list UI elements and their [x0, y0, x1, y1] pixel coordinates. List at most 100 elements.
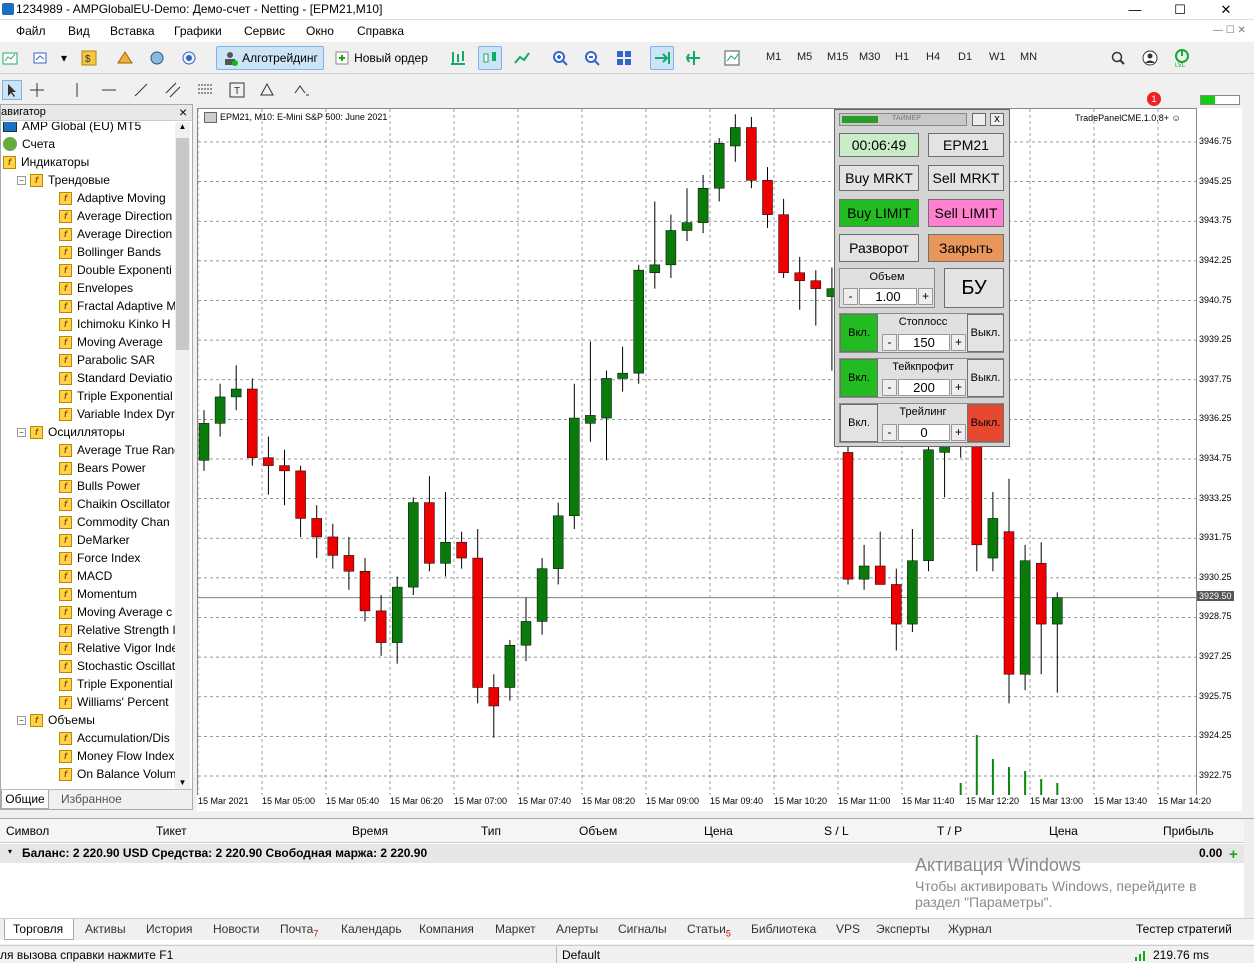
arrows-icon[interactable]: [292, 81, 310, 102]
navigator-item[interactable]: f Triple Exponential: [59, 675, 173, 693]
navigator-item[interactable]: f Bears Power: [59, 459, 146, 477]
dropdown-icon[interactable]: ▾: [56, 46, 72, 70]
price-chart[interactable]: [197, 108, 1197, 810]
navigator-item[interactable]: f Индикаторы: [3, 153, 89, 171]
breakeven-button[interactable]: БУ: [944, 268, 1004, 308]
navigator-item[interactable]: f Chaikin Oscillator: [59, 495, 170, 513]
navigator-item[interactable]: f DeMarker: [59, 531, 130, 549]
timeframe-m30[interactable]: M30: [859, 51, 880, 63]
stoploss-on-button[interactable]: Вкл.: [840, 314, 878, 352]
time-axis[interactable]: 15 Mar 2021 15 Mar 05:00 15 Mar 05:40 15 Ma…: [197, 795, 1242, 811]
stoploss-plus-button[interactable]: +: [951, 334, 966, 351]
navigator-item[interactable]: f Variable Index Dyr: [59, 405, 175, 423]
tile-windows-icon[interactable]: [612, 46, 636, 70]
menu-help[interactable]: Справка: [357, 24, 404, 38]
timeframe-mn[interactable]: MN: [1020, 51, 1037, 63]
buy-market-button[interactable]: Buy MRKT: [839, 165, 919, 191]
navigator-item[interactable]: AMP Global (EU) MT5: [3, 122, 141, 135]
candlestick-chart-icon[interactable]: [478, 46, 502, 70]
navigator-item[interactable]: f Relative Strength I: [59, 621, 175, 639]
col-type[interactable]: Тип: [481, 824, 501, 838]
close-button[interactable]: ✕: [1204, 0, 1248, 20]
volume-plus-button[interactable]: +: [918, 288, 933, 305]
scroll-up-icon[interactable]: ▲: [175, 122, 190, 136]
new-chart-icon[interactable]: [0, 46, 20, 70]
terminal-scrollbar[interactable]: [1244, 819, 1254, 919]
timeframe-m5[interactable]: M5: [797, 51, 812, 63]
col-symbol[interactable]: Символ: [6, 824, 49, 838]
panel-minimize-button[interactable]: [972, 113, 986, 126]
col-tp[interactable]: T / P: [937, 824, 962, 838]
tab-articles[interactable]: Статьи5: [687, 922, 731, 938]
collapse-icon[interactable]: ▾: [8, 847, 12, 856]
data-window-icon[interactable]: [114, 46, 136, 70]
profiles-icon[interactable]: [30, 46, 50, 70]
navigator-item[interactable]: f Ichimoku Kinko H: [59, 315, 170, 333]
takeprofit-input[interactable]: 200: [898, 379, 950, 396]
trailing-input[interactable]: 0: [898, 424, 950, 441]
navigator-item[interactable]: f Double Exponenti: [59, 261, 172, 279]
strategy-tester-tab[interactable]: Тестер стратегий: [1136, 922, 1232, 936]
menu-window[interactable]: Окно: [306, 24, 334, 38]
horizontal-line-icon[interactable]: [100, 81, 118, 102]
tab-trade[interactable]: Торговля: [13, 922, 63, 936]
menu-tools[interactable]: Сервис: [244, 24, 285, 38]
navigator-item[interactable]: f Bollinger Bands: [59, 243, 161, 261]
shapes-icon[interactable]: [258, 81, 276, 102]
navigator-item[interactable]: f MACD: [59, 567, 112, 585]
takeprofit-on-button[interactable]: Вкл.: [840, 359, 878, 397]
reverse-button[interactable]: Разворот: [839, 234, 919, 262]
volume-minus-button[interactable]: -: [843, 288, 858, 305]
takeprofit-off-button[interactable]: Выкл.: [967, 359, 1004, 397]
col-profit[interactable]: Прибыль: [1163, 824, 1214, 838]
close-position-button[interactable]: Закрыть: [928, 234, 1004, 262]
trailing-minus-button[interactable]: -: [882, 424, 897, 441]
trailing-plus-button[interactable]: +: [951, 424, 966, 441]
navigator-icon[interactable]: [146, 46, 168, 70]
navigator-item[interactable]: f Standard Deviatio: [59, 369, 172, 387]
tab-journal[interactable]: Журнал: [948, 922, 992, 936]
mdi-restore-icon[interactable]: — ☐ ✕: [1213, 25, 1246, 36]
navigator-tab-common[interactable]: Общие: [1, 790, 49, 809]
menu-charts[interactable]: Графики: [174, 24, 222, 38]
navigator-item[interactable]: − f Объемы: [17, 711, 95, 729]
buy-limit-button[interactable]: Buy LIMIT: [839, 199, 919, 227]
autoscroll-icon[interactable]: [650, 46, 674, 70]
crosshair-icon[interactable]: [28, 81, 46, 102]
navigator-item[interactable]: f Force Index: [59, 549, 140, 567]
zoom-in-icon[interactable]: [548, 46, 572, 70]
stoploss-minus-button[interactable]: -: [882, 334, 897, 351]
templates-icon[interactable]: [720, 46, 744, 70]
bar-chart-icon[interactable]: [446, 46, 470, 70]
takeprofit-plus-button[interactable]: +: [951, 379, 966, 396]
trendline-icon[interactable]: [132, 81, 150, 102]
tab-alerts[interactable]: Алерты: [556, 922, 598, 936]
panel-close-button[interactable]: x: [990, 113, 1004, 126]
navigator-item[interactable]: f Average Direction: [59, 225, 172, 243]
col-volume[interactable]: Объем: [579, 824, 617, 838]
stoploss-off-button[interactable]: Выкл.: [967, 314, 1004, 352]
text-tool-icon[interactable]: T: [228, 81, 246, 102]
navigator-item[interactable]: f Fractal Adaptive M: [59, 297, 175, 315]
new-order-button[interactable]: Новый ордер: [330, 46, 432, 70]
collapse-toggle-icon[interactable]: −: [17, 427, 26, 437]
tab-assets[interactable]: Активы: [85, 922, 126, 936]
navigator-close-icon[interactable]: ×: [179, 104, 187, 120]
col-ticket[interactable]: Тикет: [156, 824, 187, 838]
add-icon[interactable]: +: [1229, 846, 1238, 863]
navigator-item[interactable]: f Relative Vigor Inde: [59, 639, 175, 657]
maximize-button[interactable]: ☐: [1158, 0, 1202, 20]
navigator-item[interactable]: f Adaptive Moving: [59, 189, 166, 207]
tab-vps[interactable]: VPS: [836, 922, 860, 936]
zoom-out-icon[interactable]: [580, 46, 604, 70]
timeframe-h1[interactable]: H1: [895, 51, 909, 63]
col-price[interactable]: Цена: [704, 824, 733, 838]
tab-history[interactable]: История: [146, 922, 193, 936]
navigator-item[interactable]: f Envelopes: [59, 279, 133, 297]
timeframe-d1[interactable]: D1: [958, 51, 972, 63]
collapse-toggle-icon[interactable]: −: [17, 715, 26, 725]
navigator-scrollbar[interactable]: ▲ ▼: [175, 122, 190, 792]
price-axis[interactable]: 3946.75 3945.25 3943.75 3942.25 3940.75 3939.…: [1197, 108, 1242, 798]
tab-company[interactable]: Компания: [419, 922, 474, 936]
menu-file[interactable]: Файл: [16, 24, 46, 38]
